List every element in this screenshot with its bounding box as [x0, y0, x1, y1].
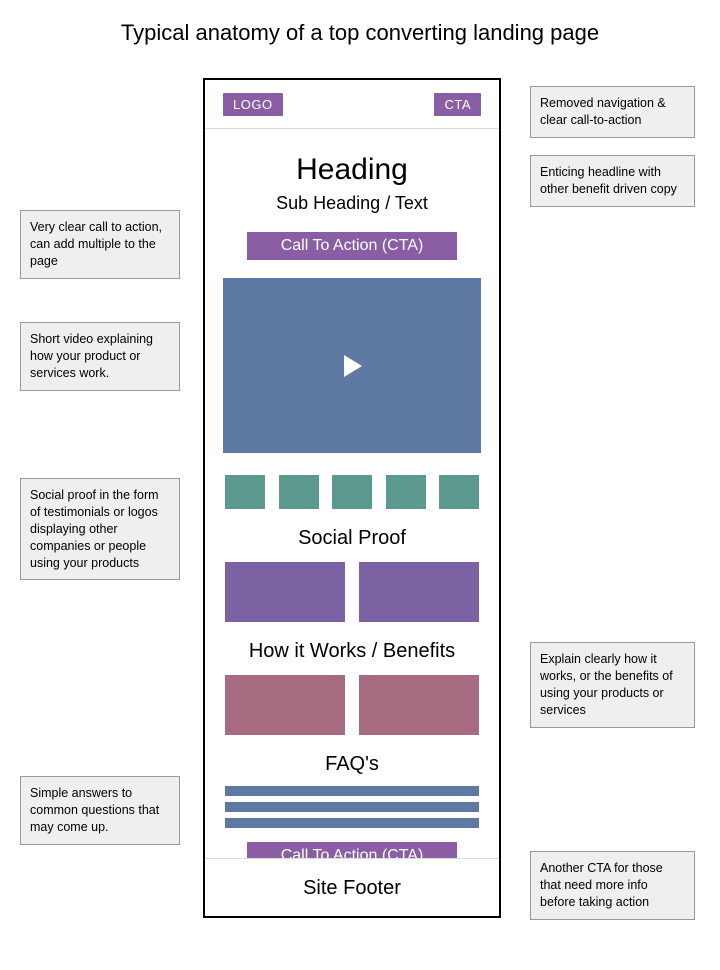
logo-item: [225, 475, 265, 509]
device-frame: LOGO CTA Heading Sub Heading / Text Call…: [203, 78, 501, 918]
page-title: Typical anatomy of a top converting land…: [0, 20, 720, 46]
faqs-title: FAQ's: [223, 753, 481, 776]
note-cta2: Another CTA for those that need more inf…: [530, 851, 695, 920]
video-player[interactable]: [223, 278, 481, 453]
primary-cta-button[interactable]: Call To Action (CTA): [247, 232, 457, 260]
social-proof-title: Social Proof: [223, 527, 481, 550]
logo-row: [223, 475, 481, 509]
divider: [205, 128, 499, 129]
faq-item[interactable]: [225, 818, 479, 828]
topbar: LOGO CTA: [223, 93, 481, 116]
cta-badge[interactable]: CTA: [434, 93, 481, 116]
note-head: Enticing headline with other benefit dri…: [530, 155, 695, 207]
logo-item: [279, 475, 319, 509]
logo-badge: LOGO: [223, 93, 283, 116]
faq-item[interactable]: [225, 802, 479, 812]
benefit-card: [225, 675, 345, 735]
faq-list: [223, 786, 481, 828]
logo-item: [439, 475, 479, 509]
logo-item: [386, 475, 426, 509]
note-nav: Removed navigation & clear call-to-actio…: [530, 86, 695, 138]
note-how: Explain clearly how it works, or the ben…: [530, 642, 695, 728]
note-faq: Simple answers to common questions that …: [20, 776, 180, 845]
testimonial-card: [359, 562, 479, 622]
play-icon: [338, 352, 366, 380]
how-it-works-title: How it Works / Benefits: [223, 640, 481, 663]
subheading: Sub Heading / Text: [223, 193, 481, 214]
note-proof: Social proof in the form of testimonials…: [20, 478, 180, 580]
benefit-card: [359, 675, 479, 735]
note-video: Short video explaining how your product …: [20, 322, 180, 391]
benefit-cards: [223, 675, 481, 735]
logo-item: [332, 475, 372, 509]
site-footer: Site Footer: [205, 858, 499, 916]
heading: Heading: [223, 153, 481, 187]
social-proof-cards: [223, 562, 481, 622]
faq-item[interactable]: [225, 786, 479, 796]
testimonial-card: [225, 562, 345, 622]
note-cta1: Very clear call to action, can add multi…: [20, 210, 180, 279]
